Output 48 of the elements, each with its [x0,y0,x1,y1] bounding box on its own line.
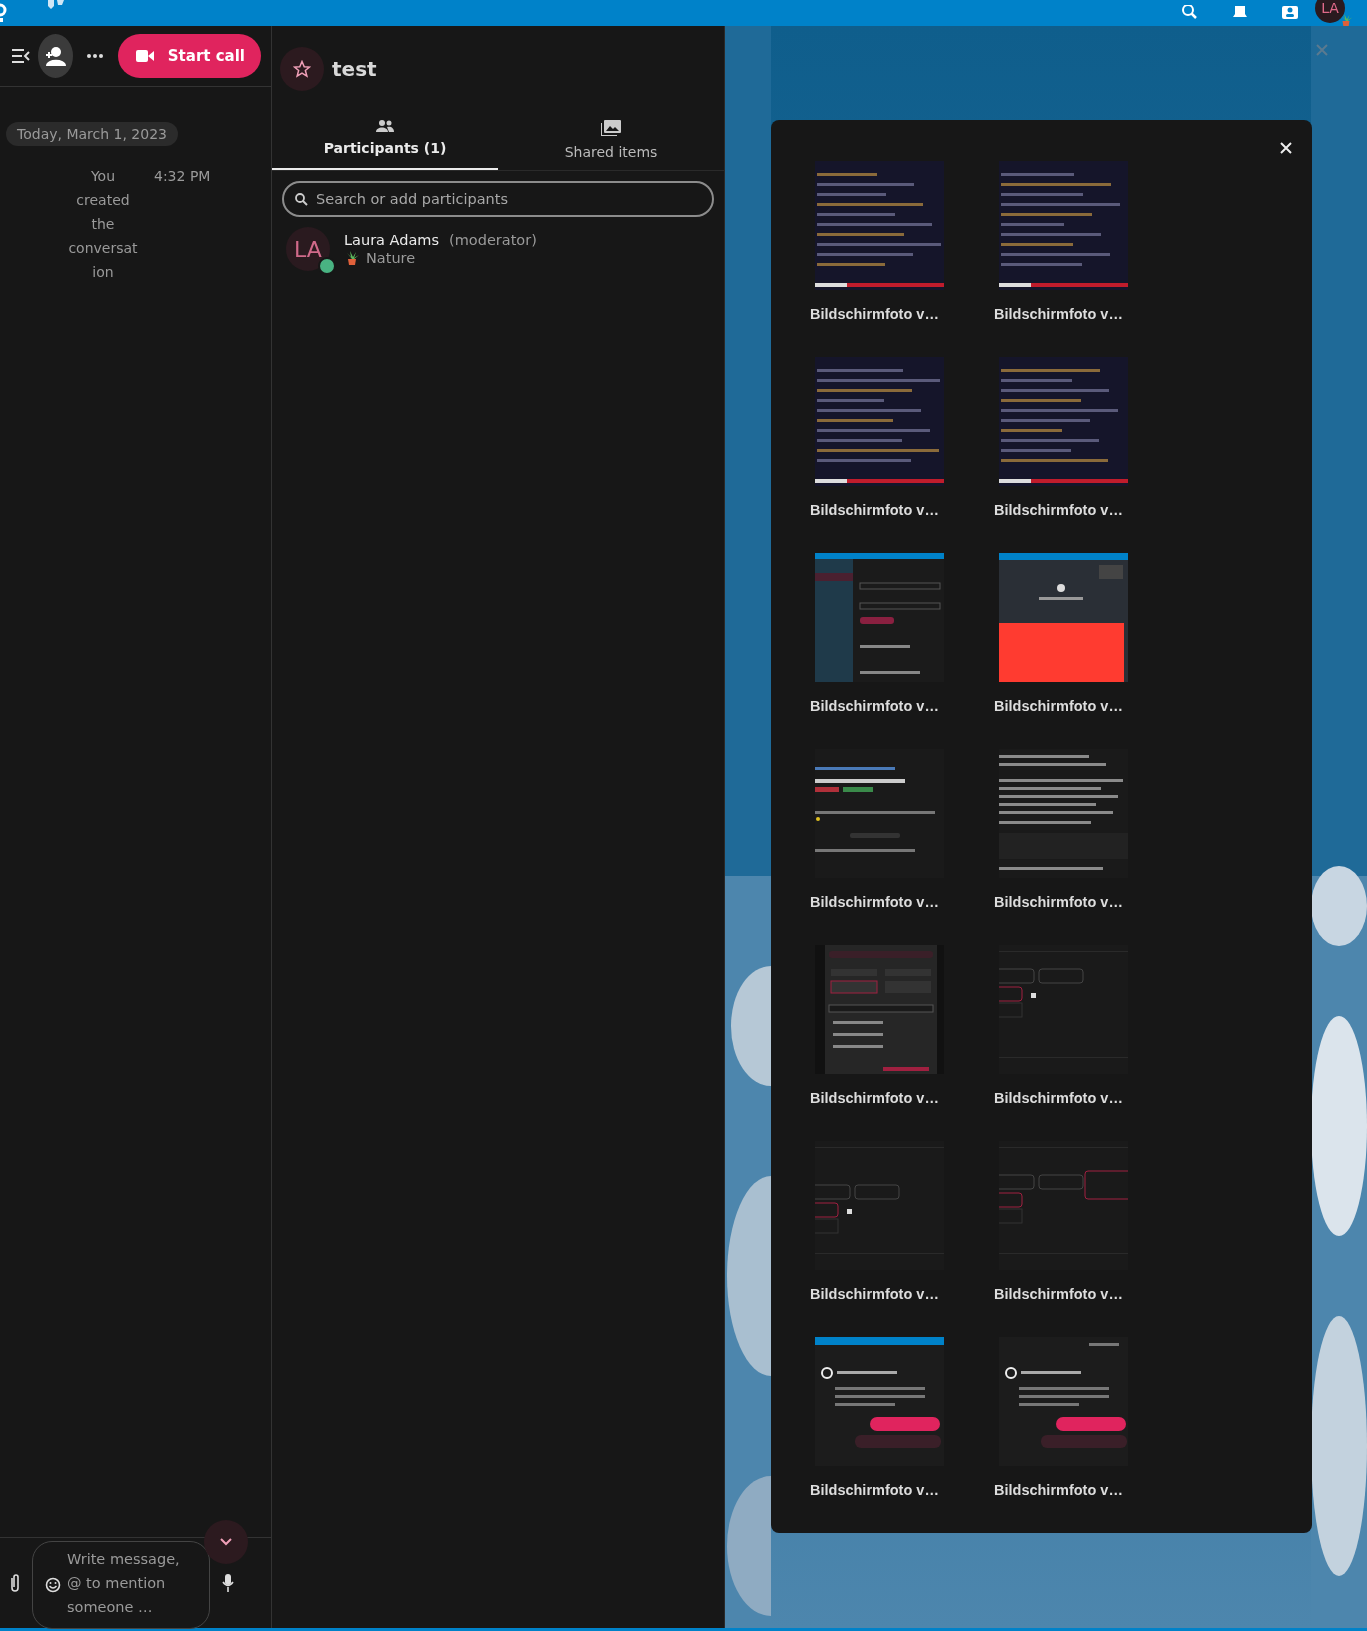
file-name[interactable]: Bildschirmfoto v… [810,502,939,518]
participant-status: Nature [366,250,416,266]
file-name[interactable]: Bildschirmfoto v… [994,698,1123,714]
bell-icon[interactable] [1232,6,1248,20]
file-name[interactable]: Bildschirmfoto v… [994,894,1123,910]
favorite-button[interactable] [280,47,324,91]
file-name[interactable]: Bildschirmfoto v… [810,1482,939,1498]
sidebar-tab[interactable]: Participants (1) [272,112,498,170]
search-icon[interactable] [1181,5,1199,21]
message-field[interactable]: Write message, @ to mention someone … [32,1541,210,1629]
menu-icon[interactable] [12,49,30,63]
microphone-icon[interactable] [222,1574,234,1592]
file-name[interactable]: Bildschirmfoto v… [994,1286,1123,1302]
file-name[interactable]: Bildschirmfoto v… [810,1286,939,1302]
emoji-icon[interactable] [45,1577,61,1593]
file-name[interactable]: Bildschirmfoto v… [994,306,1123,322]
date-separator: Today, March 1, 2023 [6,122,178,146]
app-icon[interactable] [46,0,66,10]
attachment-icon[interactable] [10,1574,20,1592]
conversation-title: test [332,57,377,81]
plant-icon [344,250,360,266]
participant-role: (moderator) [449,232,537,248]
file-name[interactable]: Bildschirmfoto v… [810,894,939,910]
chevron-down-icon [220,1538,232,1546]
sidebar-tab[interactable]: Shared items [498,112,724,170]
search-field[interactable]: Search or add participants [282,181,714,217]
person-add-icon [44,46,67,66]
file-name[interactable]: Bildschirmfoto v… [810,1090,939,1106]
message-time: 4:32 PM [154,167,211,186]
participant-name: Laura Adams [344,232,440,248]
people-icon [376,120,394,132]
start-call-button[interactable]: Start call [117,34,261,78]
images-icon [601,120,621,136]
close-icon [1280,142,1292,154]
status-plant-icon [1339,13,1353,27]
file-name[interactable]: Bildschirmfoto v… [810,698,939,714]
search-icon [295,193,308,206]
more-icon [87,54,104,58]
file-name[interactable]: Bildschirmfoto v… [994,502,1123,518]
add-participant-button[interactable] [38,34,73,78]
star-icon [293,60,311,78]
user-avatar[interactable]: LA [1315,0,1345,23]
file-name[interactable]: Bildschirmfoto v… [994,1090,1123,1106]
file-name[interactable]: Bildschirmfoto v… [994,1482,1123,1498]
system-message: You created the conversation [68,167,138,282]
file-name[interactable]: Bildschirmfoto v… [810,306,939,322]
contacts-icon[interactable] [1281,6,1299,20]
video-camera-icon [135,50,154,62]
